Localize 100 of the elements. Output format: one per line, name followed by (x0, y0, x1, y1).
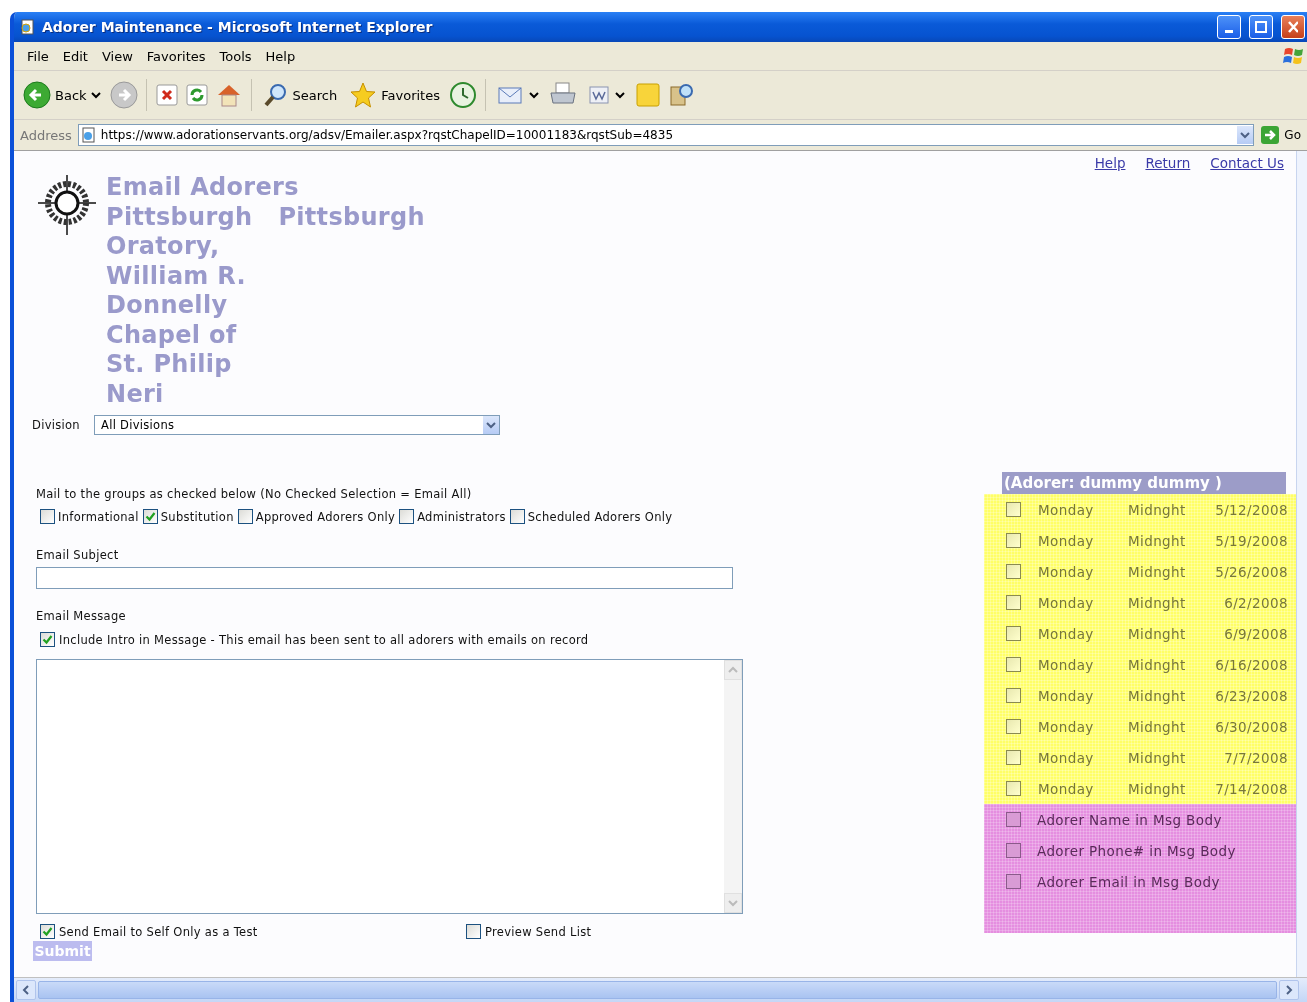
checkbox[interactable] (1006, 812, 1021, 827)
checkbox[interactable] (1006, 843, 1021, 858)
slot-date: 6/9/2008 (1223, 625, 1288, 642)
slot-day: Monday (1038, 563, 1128, 580)
menu-item[interactable]: Help (258, 46, 303, 66)
slot-time: Midnght (1128, 780, 1187, 797)
checkbox[interactable] (1006, 750, 1021, 765)
slot-time: Midnght (1128, 749, 1187, 766)
slot-date: 6/16/2008 (1214, 656, 1288, 673)
city-name: Pittsburgh (106, 202, 253, 232)
document-icon (586, 84, 611, 106)
slot-date: 6/30/2008 (1214, 718, 1288, 735)
stop-icon[interactable] (154, 83, 179, 107)
groups-label: Mail to the groups as checked below (No Checked Selection = Email All) (36, 487, 473, 501)
checkbox[interactable] (1006, 874, 1021, 889)
scroll-thumb[interactable] (38, 981, 1277, 999)
menu-item[interactable]: Favorites (139, 46, 213, 66)
star-icon (349, 81, 378, 109)
nav-link[interactable]: Help (1094, 155, 1126, 171)
chapel-name-line: St. Philip (106, 350, 233, 380)
back-button[interactable]: Back (20, 79, 104, 111)
checkbox-label: Substitution (160, 509, 234, 524)
windows-flag-icon (1283, 46, 1305, 66)
search-icon (262, 82, 289, 108)
minimize-icon (1225, 29, 1233, 33)
maximize-button[interactable] (1249, 15, 1273, 39)
subject-label: Email Subject (36, 548, 120, 562)
slot-date: 5/19/2008 (1214, 532, 1288, 549)
subject-field[interactable] (36, 567, 733, 589)
slot-date: 7/14/2008 (1214, 780, 1288, 797)
checkbox[interactable] (1006, 688, 1021, 703)
menu-item[interactable]: View (94, 46, 140, 66)
close-button[interactable] (1281, 15, 1305, 39)
checkbox[interactable] (1006, 502, 1021, 517)
forward-button[interactable] (109, 81, 138, 109)
chapel-name-line: Pittsburgh (278, 202, 425, 232)
slot-day: Monday (1038, 532, 1128, 549)
refresh-icon[interactable] (184, 83, 209, 107)
nav-link[interactable]: Return (1145, 155, 1191, 171)
monstrance-logo-icon (36, 173, 98, 237)
checkbox[interactable] (40, 632, 55, 647)
option-label: Adorer Phone# in Msg Body (1037, 842, 1236, 859)
division-label: Division (32, 418, 80, 432)
checkbox-label: Administrators (417, 509, 506, 524)
nav-link[interactable]: Contact Us (1210, 155, 1284, 171)
scroll-left-button[interactable] (16, 980, 36, 1000)
close-icon (1288, 21, 1298, 33)
favorites-button[interactable]: Favorites (346, 79, 443, 111)
checkbox-label: Approved Adorers Only (255, 509, 396, 524)
slot-time: Midnght (1128, 594, 1187, 611)
horizontal-scrollbar[interactable] (14, 977, 1307, 1002)
vertical-scrollbar[interactable] (1296, 151, 1307, 977)
checkbox[interactable] (1006, 719, 1021, 734)
checkbox[interactable] (509, 509, 525, 524)
slot-time: Midnght (1128, 687, 1187, 704)
browser-page-icon (20, 19, 36, 35)
checkbox[interactable] (1006, 564, 1021, 579)
slot-day: Monday (1038, 594, 1128, 611)
checkbox[interactable] (466, 924, 481, 939)
window-title: Adorer Maintenance - Microsoft Internet Explorer (42, 19, 434, 35)
checkbox[interactable] (1006, 595, 1021, 610)
slot-date: 6/23/2008 (1214, 687, 1288, 704)
adorer-header: (Adorer: dummy dummy ) (1002, 472, 1286, 494)
chapel-name-line: Oratory, (106, 232, 221, 262)
slot-day: Monday (1038, 656, 1128, 673)
address-label: Address (20, 127, 72, 143)
checkbox[interactable] (40, 924, 55, 939)
chapel-name-line: Neri (106, 379, 165, 409)
slot-day: Monday (1038, 780, 1128, 797)
division-select[interactable]: All Divisions (93, 415, 500, 435)
menu-item[interactable]: File (20, 46, 56, 66)
history-icon[interactable] (448, 81, 477, 109)
checkbox[interactable] (1006, 657, 1021, 672)
slot-day: Monday (1038, 718, 1128, 735)
address-field[interactable]: https://www.adorationservants.org/adsv/Emailer.aspx?rqstChapelID=10001183&rqstSub=4835 (77, 124, 1255, 146)
search-button[interactable]: Search (259, 80, 341, 110)
go-button[interactable]: Go (1260, 125, 1301, 145)
slot-time: Midnght (1128, 625, 1187, 642)
scroll-right-button[interactable] (1279, 980, 1299, 1000)
checkbox[interactable] (1006, 626, 1021, 641)
checkbox-label: Informational (58, 509, 139, 524)
slot-time: Midnght (1128, 718, 1187, 735)
checkbox-label: Include Intro in Message - This email has been sent to all adorers with emails on record (59, 632, 589, 647)
menu-item[interactable]: Tools (212, 46, 259, 66)
chapel-name-line: Donnelly (106, 291, 229, 321)
checkbox[interactable] (1006, 533, 1021, 548)
checkbox[interactable] (1006, 781, 1021, 796)
slot-date: 7/7/2008 (1223, 749, 1288, 766)
checkbox[interactable] (399, 509, 415, 524)
slot-date: 5/26/2008 (1214, 563, 1288, 580)
menu-item[interactable]: Edit (55, 46, 95, 66)
minimize-button[interactable] (1217, 15, 1241, 39)
slot-time: Midnght (1128, 532, 1187, 549)
maximize-icon (1255, 21, 1267, 33)
checkbox[interactable] (237, 509, 253, 524)
slot-day: Monday (1038, 687, 1128, 704)
slot-date: 6/2/2008 (1223, 594, 1288, 611)
checkbox[interactable] (40, 509, 55, 524)
checkbox[interactable] (142, 509, 158, 524)
option-label: Adorer Name in Msg Body (1037, 811, 1222, 828)
